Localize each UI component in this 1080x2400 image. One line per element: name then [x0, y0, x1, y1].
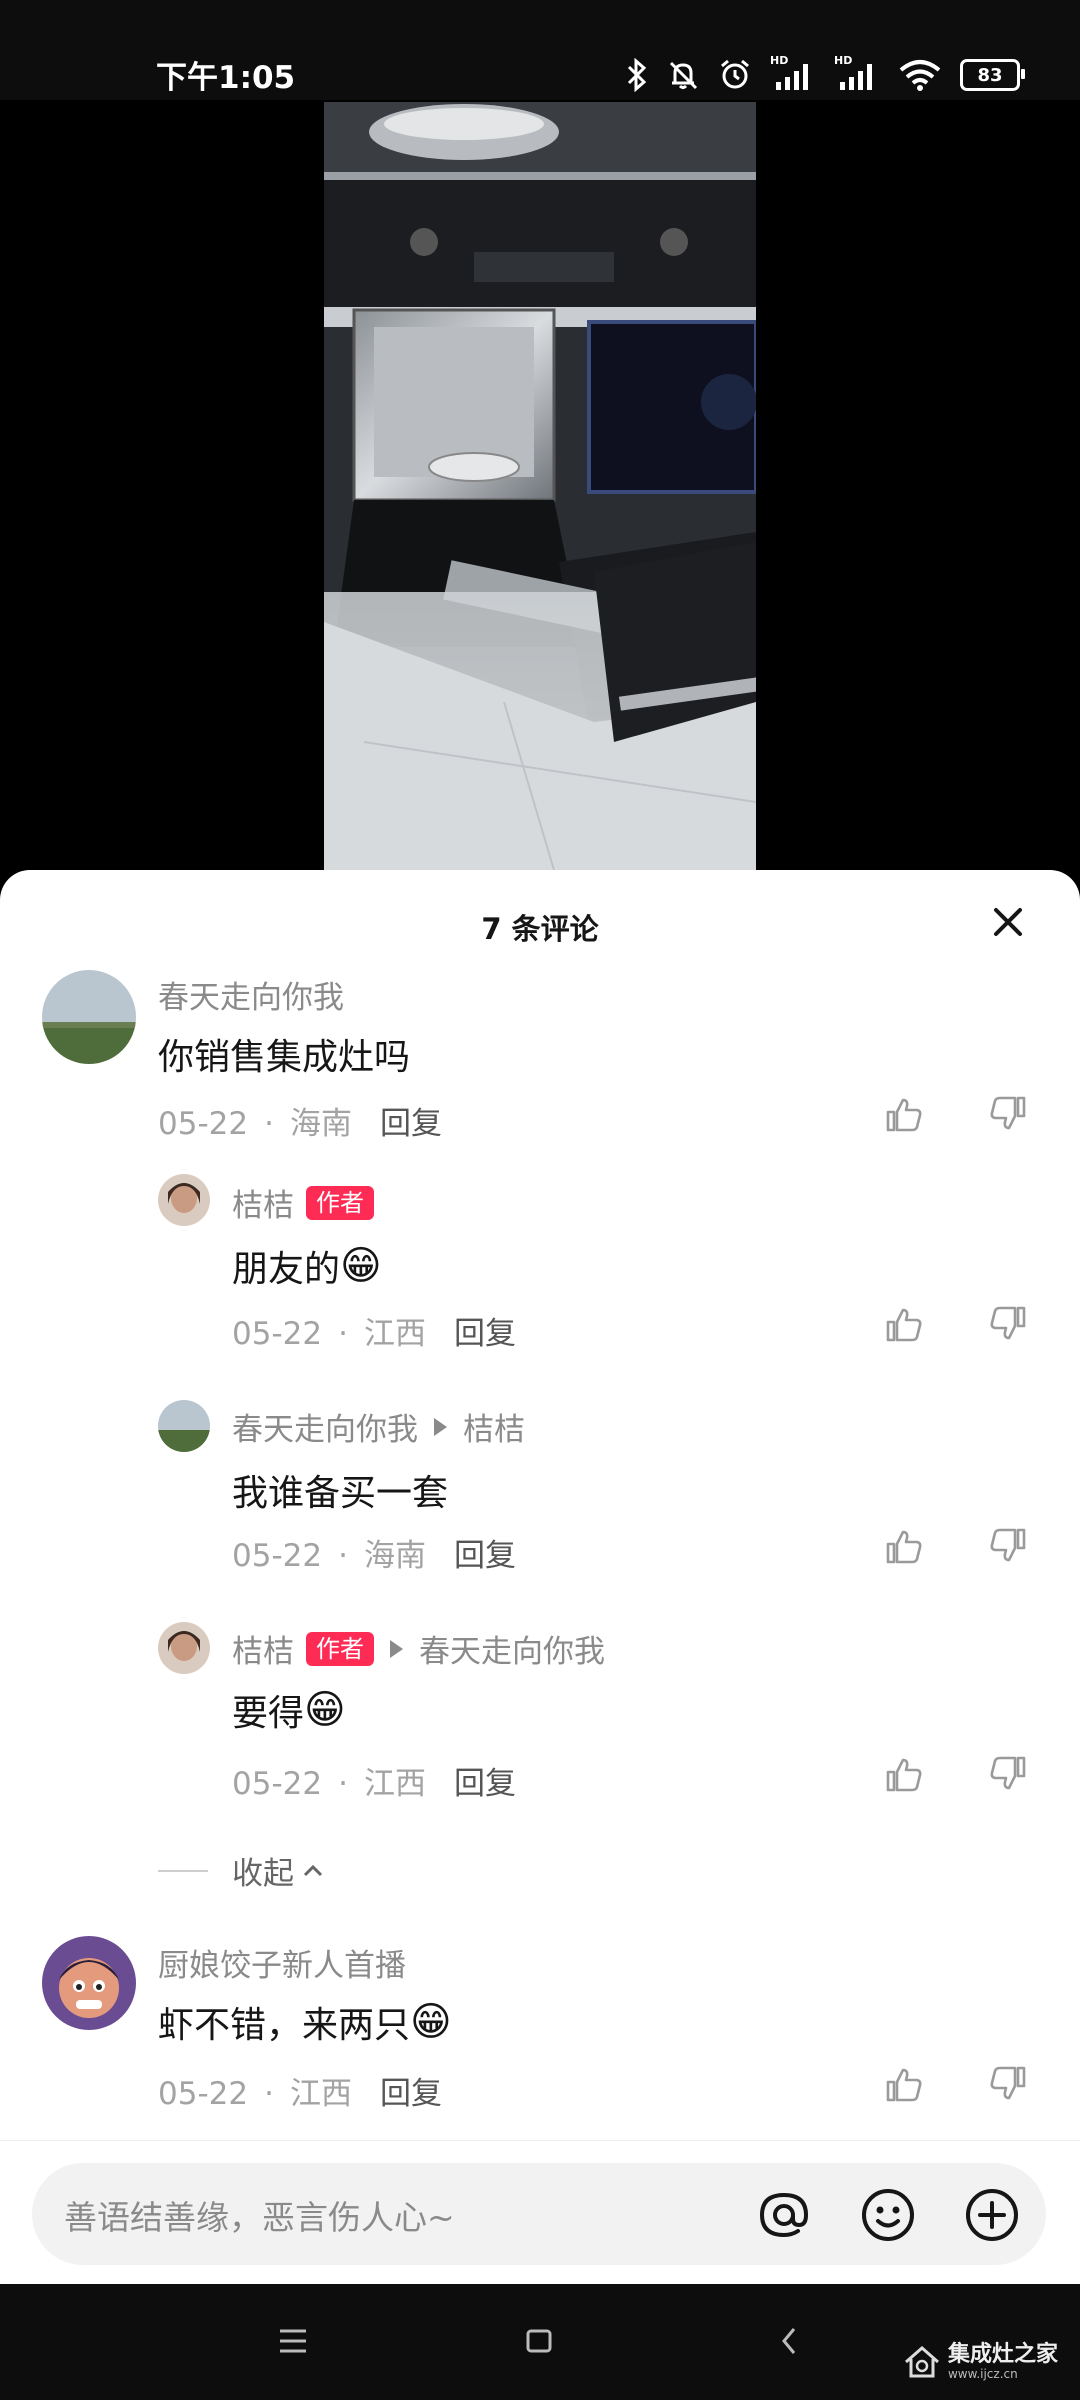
reply-to-arrow-icon — [434, 1417, 447, 1436]
reply-to-username[interactable]: 春天走向你我 — [419, 1626, 605, 1671]
comment-text-row: 朋友的 😁 — [232, 1240, 382, 1292]
house-logo-icon — [904, 2346, 939, 2378]
author-badge: 作者 — [306, 1185, 374, 1220]
watermark: 集成灶之家 www.ijcz.cn — [902, 2342, 1058, 2382]
video-frame[interactable] — [324, 102, 756, 870]
comment-date: 05-22 — [158, 2076, 249, 2112]
comment-input-bar: 善语结善缘，恶言伤人心~ — [0, 2140, 1080, 2285]
status-time: 下午1:05 — [156, 60, 296, 96]
comment-date: 05-22 — [232, 1538, 323, 1574]
comment-username[interactable]: 春天走向你我 — [232, 1404, 418, 1449]
bluetooth-icon — [627, 58, 647, 92]
comment-meta: 05-22 · 海南 回复 — [158, 1106, 442, 1142]
grin-emoji-icon: 😁 — [410, 1999, 452, 2045]
video-thumbnail-image — [324, 102, 756, 870]
close-icon[interactable] — [990, 904, 1026, 940]
reply-button[interactable]: 回复 — [454, 1766, 516, 1802]
reply-button[interactable]: 回复 — [454, 1538, 516, 1574]
dislike-icon[interactable] — [988, 1754, 1028, 1794]
comment-count-title: 7 条评论 — [481, 912, 599, 946]
watermark-text: 集成灶之家 — [947, 2342, 1058, 2368]
alarm-icon — [721, 59, 749, 89]
comment-sheet: 7 条评论 春天走向你我 你销售集成灶吗 05-22 · 海南 回复 桔桔 作者 朋友… — [0, 870, 1080, 2284]
like-icon[interactable] — [884, 1526, 924, 1566]
comment-text: 朋友的 — [232, 1249, 341, 1290]
comment-meta: 05-22 · 江西 回复 — [158, 2076, 442, 2112]
comment-text: 要得 — [232, 1693, 305, 1734]
battery-icon: 83 — [960, 59, 1025, 91]
avatar[interactable] — [158, 1400, 210, 1452]
author-badge: 作者 — [306, 1631, 374, 1666]
system-nav-bar: 集成灶之家 www.ijcz.cn — [0, 2284, 1080, 2400]
battery-level: 83 — [977, 64, 1003, 86]
grin-emoji-icon: 😁 — [340, 1243, 382, 1289]
comment-meta: 05-22 · 海南 回复 — [232, 1538, 516, 1574]
chevron-up-icon — [303, 1864, 323, 1876]
reply-button[interactable]: 回复 — [380, 1106, 442, 1142]
reply-button[interactable]: 回复 — [454, 1316, 516, 1352]
comment-username[interactable]: 桔桔 — [232, 1180, 294, 1225]
collapse-label: 收起 — [232, 1856, 294, 1892]
back-icon[interactable] — [772, 2316, 806, 2366]
comment-text-row: 虾不错，来两只 😁 — [158, 1996, 452, 2048]
comment-date: 05-22 — [232, 1766, 323, 1802]
like-icon[interactable] — [884, 1094, 924, 1134]
status-icons: HD HD 83 — [626, 50, 1025, 100]
wifi-icon — [899, 60, 941, 91]
comment-username[interactable]: 春天走向你我 — [158, 972, 344, 1017]
comment-location: 江西 — [289, 2076, 352, 2112]
menu-icon[interactable] — [276, 2316, 310, 2366]
comment-username-row: 桔桔 作者 春天走向你我 — [232, 1626, 605, 1671]
comment-username[interactable]: 厨娘饺子新人首播 — [158, 1940, 406, 1985]
signal-1-icon: HD — [770, 54, 816, 92]
mute-bell-icon — [669, 61, 698, 90]
signal-2-icon: HD — [834, 54, 880, 92]
comment-location: 海南 — [363, 1538, 426, 1574]
dislike-icon[interactable] — [988, 2064, 1028, 2104]
comment-text-row: 要得 😁 — [232, 1684, 346, 1736]
hd-label-2: HD — [834, 54, 853, 67]
like-icon[interactable] — [884, 2064, 924, 2104]
home-icon[interactable] — [522, 2316, 556, 2366]
comment-location: 江西 — [363, 1766, 426, 1802]
reply-to-username[interactable]: 桔桔 — [463, 1404, 525, 1449]
comment-input[interactable]: 善语结善缘，恶言伤人心~ — [32, 2163, 1046, 2265]
hd-label-1: HD — [770, 54, 789, 67]
reply-button[interactable]: 回复 — [380, 2076, 442, 2112]
video-player[interactable] — [0, 100, 1080, 890]
mention-icon[interactable] — [754, 2185, 814, 2245]
comment-text: 虾不错，来两只 — [158, 2005, 411, 2046]
emoji-icon[interactable] — [858, 2185, 918, 2245]
dislike-icon[interactable] — [988, 1526, 1028, 1566]
comment-location: 海南 — [289, 1106, 352, 1142]
comment-username-row: 桔桔 作者 — [232, 1180, 374, 1225]
reply-to-arrow-icon — [390, 1639, 403, 1658]
comment-date: 05-22 — [232, 1316, 323, 1352]
comment-meta: 05-22 · 江西 回复 — [232, 1766, 516, 1802]
dislike-icon[interactable] — [988, 1304, 1028, 1344]
comment-meta: 05-22 · 江西 回复 — [232, 1316, 516, 1352]
like-icon[interactable] — [884, 1754, 924, 1794]
like-icon[interactable] — [884, 1304, 924, 1344]
avatar[interactable] — [42, 970, 136, 1064]
dislike-icon[interactable] — [988, 1094, 1028, 1134]
grin-emoji-icon: 😁 — [304, 1687, 346, 1733]
avatar[interactable] — [42, 1936, 136, 2030]
comment-input-placeholder: 善语结善缘，恶言伤人心~ — [64, 2198, 455, 2237]
divider-line — [158, 1869, 208, 1872]
status-bar: 下午1:05 HD HD 83 — [0, 0, 1080, 100]
collapse-replies-button[interactable]: 收起 — [158, 1848, 328, 1893]
avatar[interactable] — [158, 1174, 210, 1226]
avatar[interactable] — [158, 1622, 210, 1674]
watermark-url: www.ijcz.cn — [947, 2366, 1018, 2381]
comment-username[interactable]: 桔桔 — [232, 1626, 294, 1671]
comment-username-row: 春天走向你我 桔桔 — [232, 1404, 525, 1449]
add-icon[interactable] — [962, 2185, 1022, 2245]
comment-date: 05-22 — [158, 1106, 249, 1142]
comment-text: 我谁备买一套 — [232, 1473, 449, 1514]
comment-text: 你销售集成灶吗 — [158, 1037, 411, 1078]
comment-location: 江西 — [363, 1316, 426, 1352]
